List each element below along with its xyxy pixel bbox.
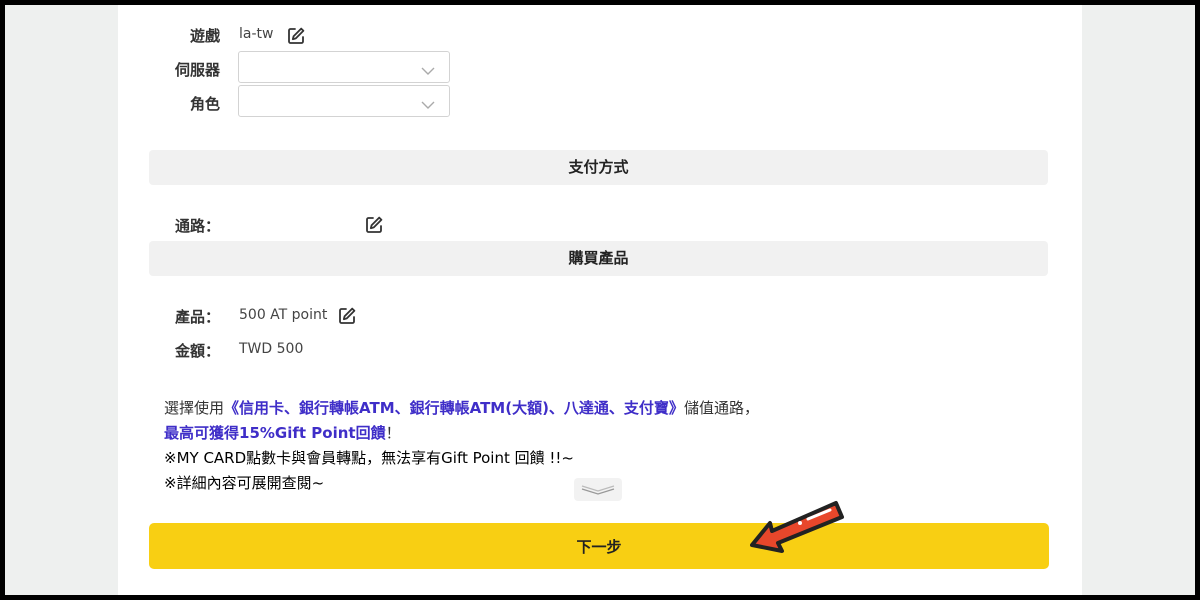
amount-label: 金額： bbox=[174, 342, 220, 360]
channel-label: 通路： bbox=[174, 217, 220, 235]
chevron-down-icon bbox=[421, 61, 435, 80]
character-select[interactable] bbox=[238, 85, 450, 117]
edit-icon[interactable] bbox=[337, 306, 357, 326]
server-select[interactable] bbox=[238, 51, 450, 83]
promo-reward: 最高可獲得15%Gift Point回饋 bbox=[164, 424, 386, 442]
character-label: 角色 bbox=[189, 95, 220, 113]
expand-details-button[interactable] bbox=[574, 478, 622, 501]
chevron-down-icon bbox=[421, 95, 435, 114]
product-label: 產品： bbox=[174, 308, 220, 326]
next-step-button[interactable]: 下一步 bbox=[149, 523, 1049, 569]
promo-prefix: 選擇使用 bbox=[164, 399, 225, 417]
order-panel: 遊戲 la-tw 伺服器 角色 支付方式 通路： 購買產品 產品： 500 AT… bbox=[118, 5, 1082, 595]
game-label: 遊戲 bbox=[189, 27, 220, 45]
promo-reward-end: ！ bbox=[385, 424, 401, 442]
edit-icon[interactable] bbox=[364, 215, 384, 235]
promo-suffix: 儲值通路， bbox=[683, 399, 759, 417]
edit-icon[interactable] bbox=[286, 26, 306, 46]
purchase-section-title: 購買產品 bbox=[149, 241, 1048, 276]
promo-details-hint: ※詳細內容可展開查閱~ bbox=[164, 474, 325, 492]
page-background: 遊戲 la-tw 伺服器 角色 支付方式 通路： 購買產品 產品： 500 AT… bbox=[5, 5, 1195, 595]
promo-notice: ※MY CARD點數卡與會員轉點，無法享有Gift Point 回饋 !!~ bbox=[164, 449, 574, 467]
promo-line-1: 選擇使用《信用卡、銀行轉帳ATM、銀行轉帳ATM(大額)、八達通、支付寶》儲值通… bbox=[164, 396, 759, 421]
amount-value: TWD 500 bbox=[239, 341, 304, 357]
double-chevron-down-icon bbox=[574, 485, 622, 505]
promo-channels: 《信用卡、銀行轉帳ATM、銀行轉帳ATM(大額)、八達通、支付寶》 bbox=[224, 399, 684, 417]
game-value: la-tw bbox=[239, 26, 274, 42]
product-value: 500 AT point bbox=[239, 307, 328, 323]
server-label: 伺服器 bbox=[174, 61, 220, 79]
payment-section-title: 支付方式 bbox=[149, 150, 1048, 185]
red-arrow-pointer bbox=[748, 493, 846, 567]
promo-line-2: 最高可獲得15%Gift Point回饋！ bbox=[164, 421, 401, 446]
